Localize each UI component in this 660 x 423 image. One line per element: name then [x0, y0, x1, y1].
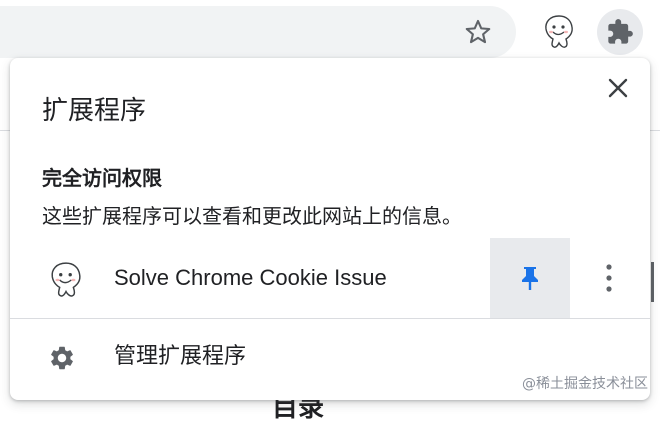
extensions-menu-button[interactable] — [597, 9, 643, 55]
popup-title: 扩展程序 — [42, 96, 147, 126]
close-button[interactable] — [602, 72, 634, 104]
browser-toolbar — [0, 0, 660, 62]
smiley-extension-icon — [51, 262, 81, 297]
watermark: @稀土掘金技术社区 — [522, 376, 648, 392]
extension-row[interactable]: Solve Chrome Cookie Issue — [10, 238, 650, 318]
puzzle-icon — [608, 19, 633, 44]
manage-extensions-label: 管理扩展程序 — [114, 344, 247, 369]
bookmark-star-button[interactable] — [458, 12, 498, 52]
popup-divider — [10, 318, 650, 319]
extension-name: Solve Chrome Cookie Issue — [114, 265, 387, 290]
extensions-popup: 扩展程序 完全访问权限 这些扩展程序可以查看和更改此网站上的信息。 Solve … — [10, 58, 650, 400]
smiley-extension-icon — [545, 15, 573, 48]
full-access-heading: 完全访问权限 — [42, 166, 162, 190]
page-divider-right — [650, 130, 660, 131]
star-icon — [465, 19, 491, 44]
pin-icon — [522, 267, 538, 290]
full-access-description: 这些扩展程序可以查看和更改此网站上的信息。 — [42, 204, 462, 228]
more-options-button[interactable] — [594, 258, 624, 298]
page-fragment-right — [651, 262, 654, 302]
extension-toolbar-button[interactable] — [537, 10, 581, 54]
more-vert-icon — [606, 264, 612, 292]
gear-icon — [51, 346, 73, 370]
pin-button[interactable] — [490, 238, 570, 318]
close-icon — [608, 78, 628, 98]
page-divider-left — [0, 130, 10, 131]
address-bar[interactable] — [0, 6, 516, 58]
